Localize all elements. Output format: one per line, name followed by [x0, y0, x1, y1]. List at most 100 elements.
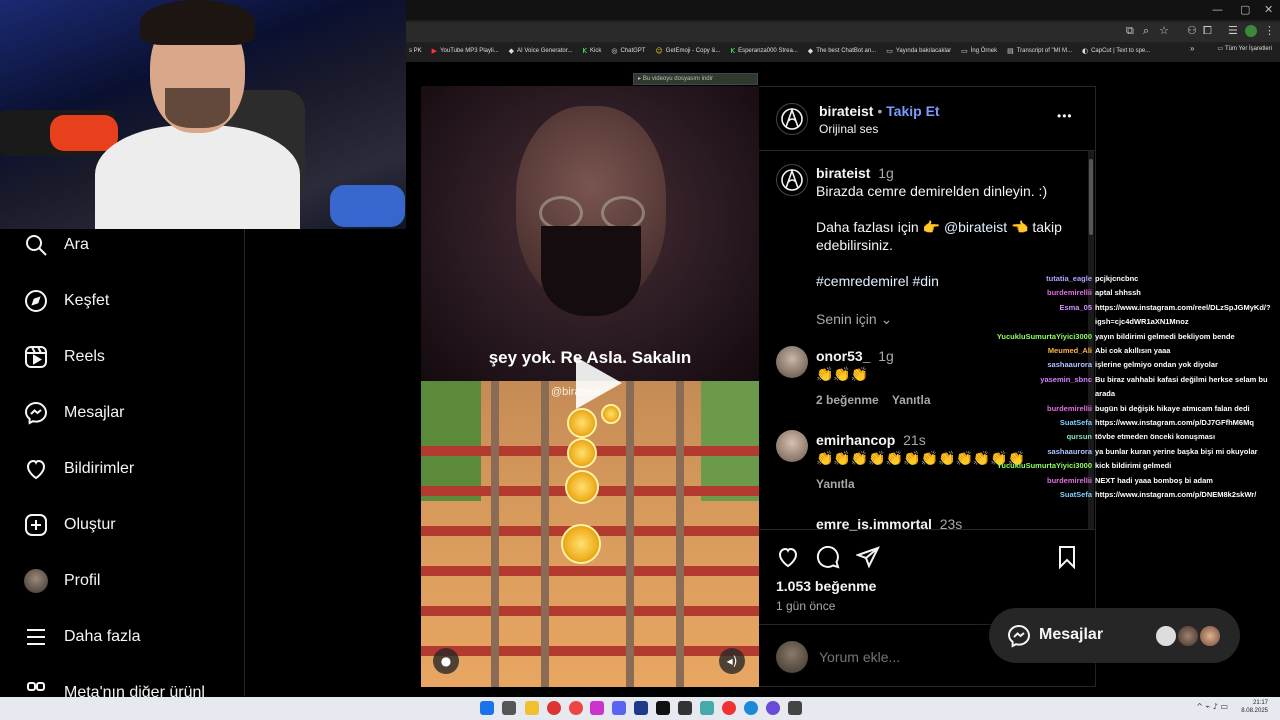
sidebar-item-reels[interactable]: Reels — [24, 345, 105, 369]
caption-block: birateist 1g Birazda cemre demirelden di… — [816, 164, 1086, 290]
caption-username[interactable]: birateist — [816, 165, 870, 181]
comment-likes[interactable]: 2 beğenme — [816, 393, 879, 407]
photoshop-icon[interactable] — [634, 701, 648, 715]
extensions-puzzle-icon[interactable]: ⧠ — [1203, 24, 1212, 38]
post-age: 1 gün önce — [776, 599, 836, 613]
emoji-icon: ☺ — [655, 47, 663, 55]
avatar — [24, 569, 48, 593]
share-icon[interactable] — [856, 545, 880, 569]
obs-icon[interactable] — [766, 701, 780, 715]
file-explorer-icon[interactable] — [525, 701, 539, 715]
bookmark-item[interactable]: ◎ ChatGPT — [611, 47, 645, 55]
discord-icon[interactable] — [612, 701, 626, 715]
extension-icon[interactable]: ⚇ — [1187, 24, 1197, 37]
follow-button[interactable]: Takip Et — [886, 103, 939, 119]
start-menu-icon[interactable] — [480, 701, 494, 715]
avatar[interactable] — [776, 430, 808, 462]
volume-icon[interactable]: ◂) — [719, 648, 745, 674]
sidebar-item-create[interactable]: Oluştur — [24, 513, 116, 537]
maximize-icon[interactable]: ▢ — [1240, 3, 1250, 16]
chat-message: NEXT hadi yaaa bomboş bi adam — [1095, 475, 1213, 485]
chatgpt-icon: ◎ — [611, 47, 618, 55]
bookmarks-overflow-icon[interactable]: » — [1190, 44, 1194, 53]
tagged-user-icon[interactable]: ● — [433, 648, 459, 674]
sidebar-item-more[interactable]: Daha fazla — [24, 625, 141, 649]
reply-button[interactable]: Yanıtla — [892, 393, 931, 407]
chat-username: burdemirellii — [1046, 403, 1092, 413]
comment-icon[interactable] — [816, 545, 840, 569]
chrome-icon[interactable] — [722, 701, 736, 715]
app-icon[interactable] — [547, 701, 561, 715]
instagram-icon[interactable] — [590, 701, 604, 715]
profile-avatar[interactable] — [1245, 25, 1257, 37]
bookmark-star-icon[interactable]: ☆ — [1159, 24, 1169, 37]
comment-input[interactable] — [819, 647, 1019, 667]
messages-pill[interactable]: Mesajlar — [989, 608, 1240, 663]
bookmark-item[interactable]: ◐ CapCut | Text to spe... — [1082, 47, 1150, 55]
bookmark-item[interactable]: s PK — [406, 48, 422, 54]
bookmark-item[interactable]: ▤ Transcript of "MI M... — [1007, 47, 1072, 55]
bookmark-item[interactable]: K Kick — [582, 47, 601, 55]
caption-avatar[interactable] — [776, 164, 808, 196]
sidebar-item-explore[interactable]: Keşfet — [24, 289, 109, 313]
chat-message: kick bildirimi gelmedi — [1095, 461, 1172, 471]
avatar[interactable] — [776, 346, 808, 378]
sidebar-item-notifications[interactable]: Bildirimler — [24, 457, 134, 481]
more-options-icon[interactable]: ••• — [1057, 109, 1073, 123]
system-tray[interactable]: ^ ⌁ ♪ ▭ — [1196, 702, 1228, 711]
cast-icon[interactable]: ⧉ — [1126, 24, 1134, 38]
reel-video[interactable]: şey yok. Re Asla. Sakalın @birateist ● ◂… — [421, 86, 759, 687]
mention-link[interactable]: @birateist — [944, 219, 1007, 235]
tiktok-icon[interactable] — [656, 701, 670, 715]
bookmark-label: s PK — [409, 48, 422, 54]
opera-icon[interactable] — [569, 701, 583, 715]
save-bookmark-icon[interactable] — [1055, 545, 1079, 569]
task-view-icon[interactable] — [502, 701, 516, 715]
bookmark-item[interactable]: ☺ GetEmoji - Copy &... — [655, 47, 720, 55]
bookmark-item[interactable]: ◆ The best ChatBot an... — [808, 47, 876, 55]
bookmark-item[interactable]: ▭ Yayında bakılacaklar — [886, 47, 951, 55]
for-you-label[interactable]: Senin için ⌄ — [816, 311, 892, 328]
sidepanel-icon[interactable]: ☰ — [1228, 24, 1238, 37]
comment-time: 21s — [903, 432, 926, 448]
chat-username: SuatSefa — [1059, 418, 1092, 427]
chat-message: Abi cok akıllısın yaaa — [1095, 346, 1171, 355]
taskbar-clock[interactable]: 21:17 8.08.2025 — [1241, 699, 1268, 715]
post-username[interactable]: birateist — [819, 103, 873, 119]
close-window-icon[interactable]: ✕ — [1264, 3, 1273, 16]
sidebar-item-messages[interactable]: Mesajlar — [24, 401, 124, 425]
video-download-badge[interactable]: ▸ Bu videoyu dosyasını indir — [633, 73, 758, 85]
comment-username[interactable]: emirhancop — [816, 432, 895, 448]
bookmark-item[interactable]: K Esperanza000 Strea... — [730, 47, 797, 55]
app-icon[interactable] — [788, 701, 802, 715]
game-coin — [565, 470, 599, 504]
chat-message: bugün bi değişik hikaye atmıcam falan de… — [1095, 403, 1250, 413]
microphone-windscreen — [50, 115, 118, 151]
bookmark-label: The best ChatBot an... — [816, 48, 877, 54]
streamer-hair — [140, 0, 255, 45]
audio-label[interactable]: Orijinal ses — [819, 122, 878, 136]
bookmark-item[interactable]: ▭ İng Örnek — [961, 47, 997, 55]
bookmark-item[interactable]: ▶ YouTube MP3 Playli... — [432, 47, 499, 55]
play-icon[interactable] — [562, 351, 626, 415]
all-bookmarks[interactable]: ▭ Tüm Yer İşaretleri — [1217, 45, 1272, 52]
scrollbar-thumb[interactable] — [1089, 159, 1093, 235]
comment-username[interactable]: onor53_ — [816, 348, 870, 364]
browser-menu-icon[interactable]: ⋮ — [1264, 24, 1275, 37]
edge-icon[interactable] — [744, 701, 758, 715]
clock-date: 8.08.2025 — [1241, 708, 1268, 714]
sidebar-item-search[interactable]: Ara — [24, 233, 89, 257]
sidebar-item-profile[interactable]: Profil — [24, 569, 100, 593]
like-heart-icon[interactable] — [776, 545, 800, 569]
comment-block: emirhancop 21s 👏👏👏👏👏👏👏👏👏👏👏👏 — [816, 431, 1025, 467]
likes-count[interactable]: 1.053 beğenme — [776, 578, 876, 594]
bookmark-item[interactable]: ◆ AI Voice Generator... — [509, 47, 573, 55]
reply-button[interactable]: Yanıtla — [816, 477, 855, 491]
blue-object — [330, 185, 405, 227]
capcut-icon[interactable] — [678, 701, 692, 715]
app-icon[interactable] — [700, 701, 714, 715]
zoom-icon[interactable]: ⌕ — [1143, 24, 1149, 38]
post-header-avatar[interactable] — [776, 103, 808, 135]
minimize-icon[interactable]: — — [1212, 3, 1223, 16]
